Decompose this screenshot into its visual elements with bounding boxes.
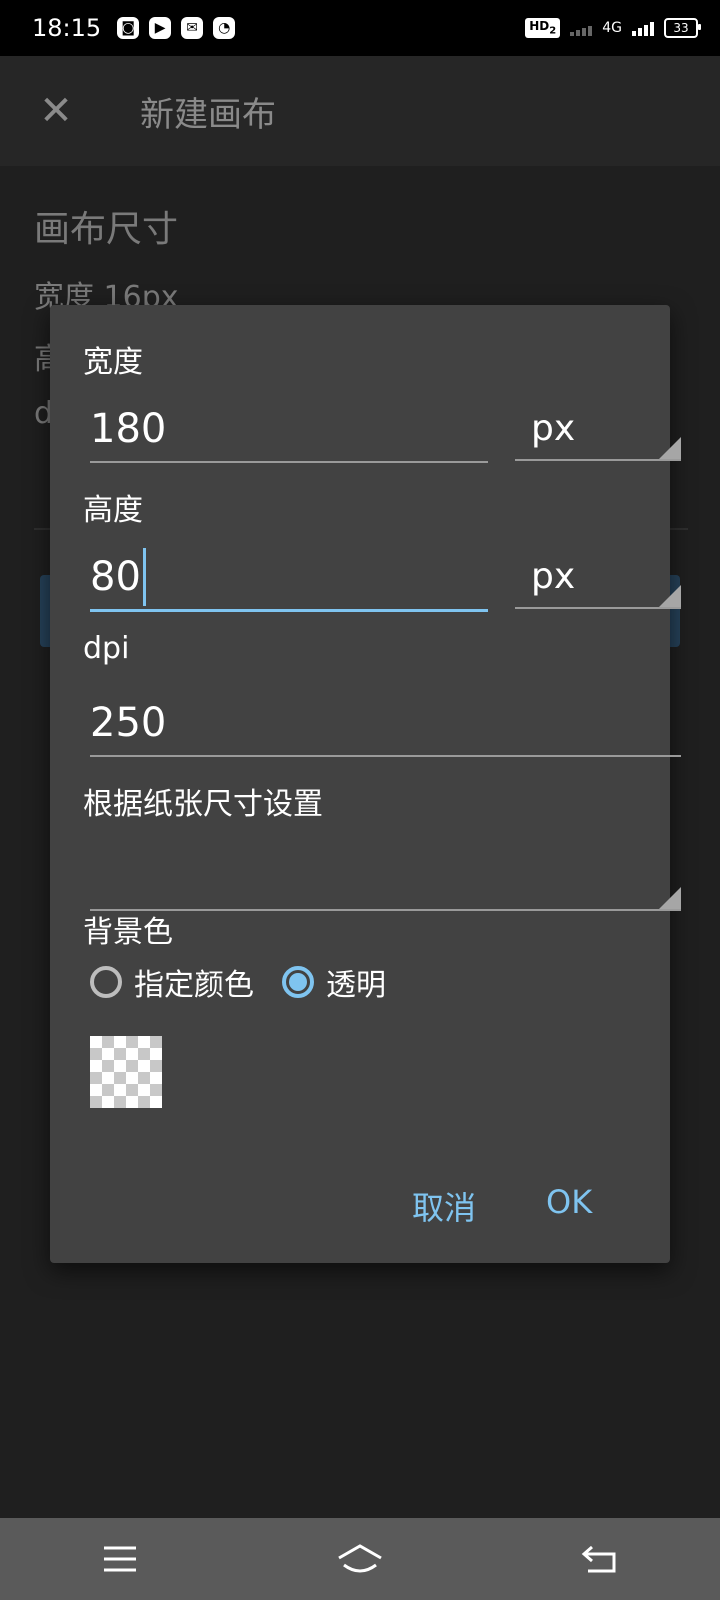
height-value: 80 [90, 554, 141, 600]
status-time: 18:15 [32, 14, 102, 42]
ok-button[interactable]: OK [546, 1183, 592, 1221]
text-cursor [142, 548, 146, 606]
radio-specified-color-label[interactable]: 指定颜色 [134, 960, 254, 1004]
dropdown-triangle-icon [659, 437, 681, 459]
back-icon[interactable] [570, 1534, 630, 1584]
dpi-input[interactable]: 250 [90, 691, 681, 757]
dropdown-triangle-icon [659, 585, 681, 607]
paper-size-select[interactable] [90, 845, 681, 911]
page-title: 新建画布 [140, 94, 276, 135]
height-unit-value: px [531, 555, 576, 597]
width-input[interactable]: 180 [90, 397, 488, 463]
background-radio-group: 指定颜色 透明 [90, 960, 414, 1004]
radio-specified-color[interactable] [90, 966, 122, 998]
width-unit-select[interactable]: px [515, 397, 681, 461]
transparent-swatch[interactable] [90, 1036, 162, 1108]
height-input[interactable]: 80 [90, 545, 488, 612]
app-notification-icon: ◙ [117, 17, 140, 39]
play-icon: ▶ [149, 17, 172, 39]
signal-icon [570, 20, 593, 36]
battery-icon: 33 [664, 18, 701, 38]
cancel-button[interactable]: 取消 [412, 1183, 476, 1229]
wechat-icon: ✉ [181, 17, 204, 39]
radio-transparent-label[interactable]: 透明 [326, 960, 386, 1004]
dpi-value: 250 [90, 700, 167, 746]
width-value: 180 [90, 406, 167, 452]
height-label: 高度 [83, 493, 143, 528]
width-label: 宽度 [83, 345, 143, 380]
menu-icon[interactable] [90, 1534, 150, 1584]
dpi-label: dpi [83, 631, 130, 666]
close-icon[interactable]: ✕ [36, 88, 76, 134]
paper-size-label: 根据纸张尺寸设置 [83, 787, 323, 822]
radio-transparent[interactable] [282, 966, 314, 998]
network-type: 4G [602, 20, 622, 36]
new-canvas-dialog: 宽度 180 px 高度 80 px dpi 250 根据纸张尺寸设置 背景色 … [50, 305, 681, 1263]
status-bar: 18:15 ◙ ▶ ✉ ◔ HD2 4G 33 [0, 0, 720, 56]
width-unit-value: px [531, 407, 576, 449]
height-unit-select[interactable]: px [515, 545, 681, 609]
navigation-bar [0, 1518, 720, 1600]
app-bar: ✕ 新建画布 [0, 56, 720, 166]
section-heading: 画布尺寸 [34, 209, 179, 250]
home-icon[interactable] [330, 1534, 390, 1584]
background-color-label: 背景色 [83, 915, 173, 950]
dropdown-triangle-icon [659, 887, 681, 909]
signal-4g-icon [632, 20, 654, 36]
radio-selected-dot [289, 973, 307, 991]
hd-badge: HD2 [525, 18, 561, 38]
speedometer-icon: ◔ [213, 17, 236, 39]
